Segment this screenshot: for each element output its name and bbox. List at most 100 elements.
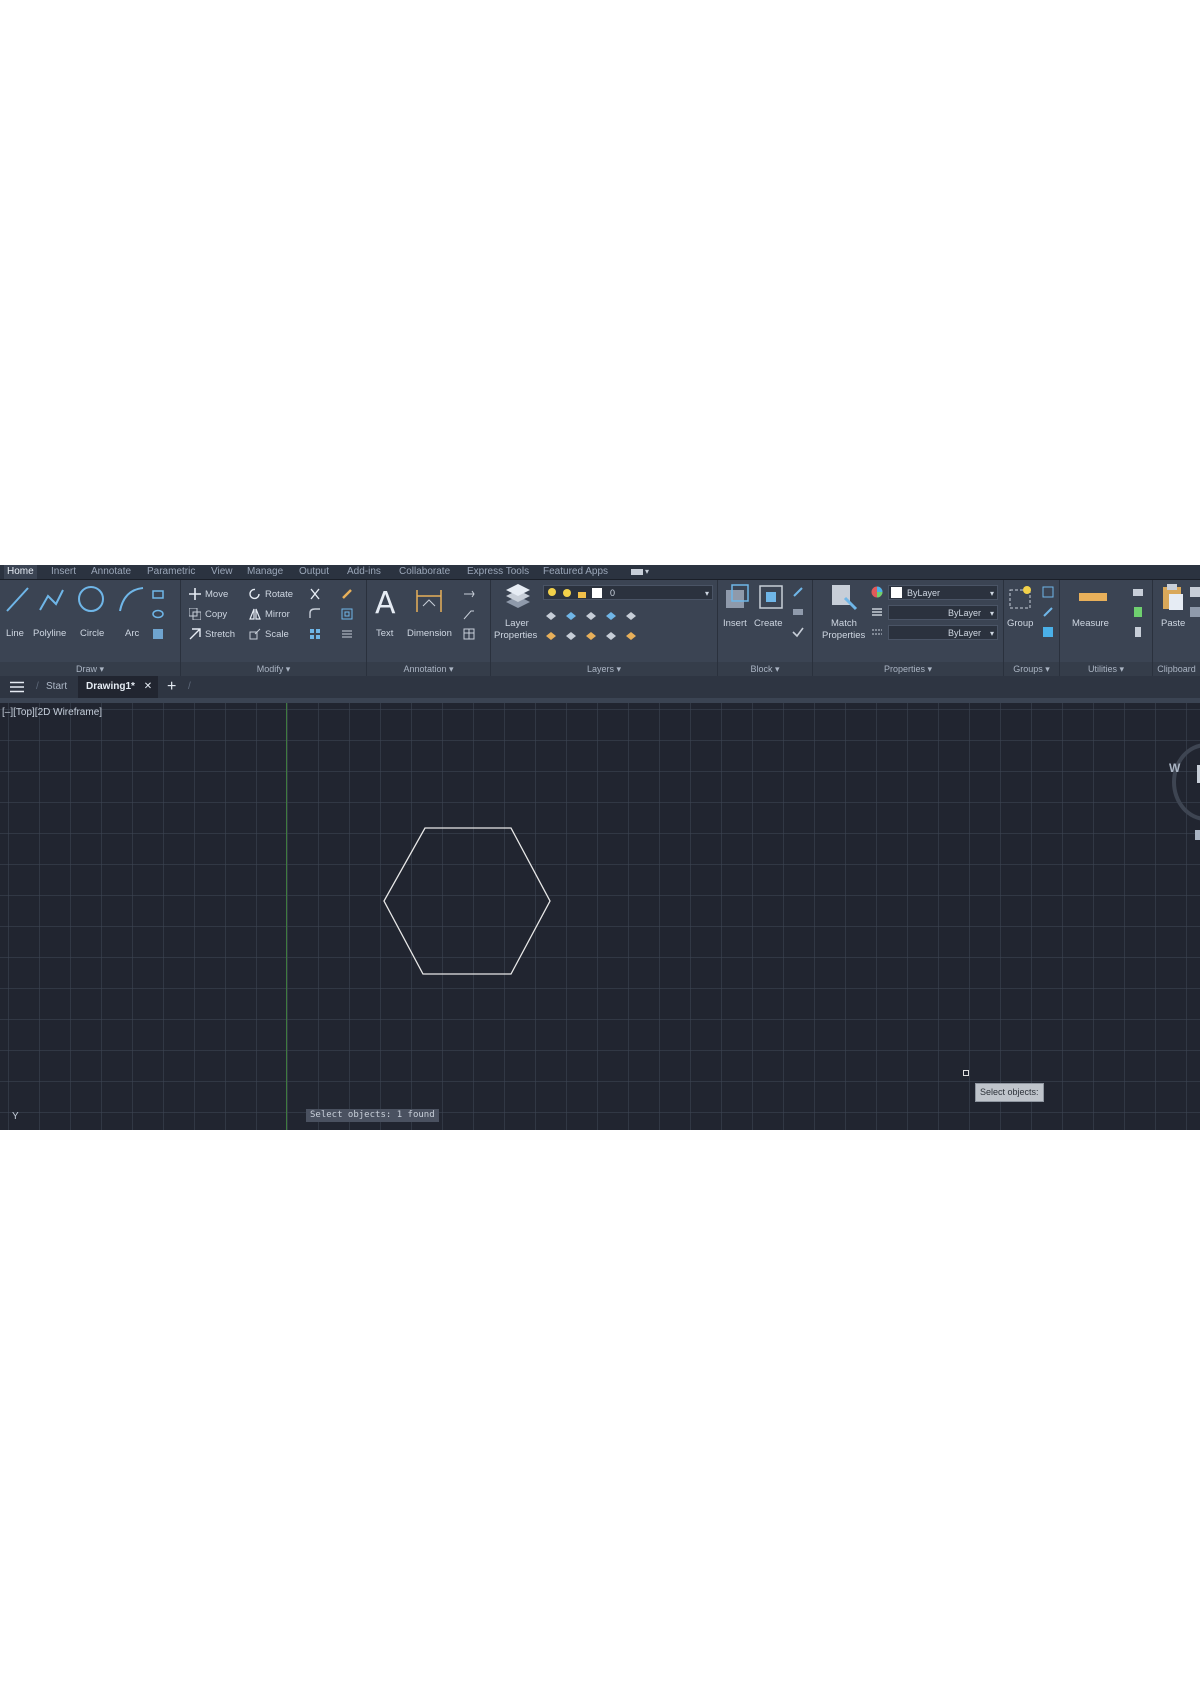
- polyline-label[interactable]: Polyline: [33, 628, 66, 639]
- tab-annotate[interactable]: Annotate: [88, 565, 134, 579]
- mirror-label[interactable]: Mirror: [265, 609, 290, 620]
- edit-block-icon[interactable]: [792, 586, 804, 598]
- trim-icon[interactable]: [309, 588, 321, 600]
- block-panel-title[interactable]: Block ▾: [718, 662, 812, 676]
- layer-tool-icon[interactable]: [565, 630, 577, 642]
- explode-icon[interactable]: [341, 628, 353, 640]
- annotation-panel-title[interactable]: Annotation ▾: [367, 662, 490, 676]
- match-properties-label-2[interactable]: Properties: [822, 630, 865, 641]
- layer-tool-icon[interactable]: [625, 610, 637, 622]
- viewcube-ring[interactable]: [1172, 743, 1200, 821]
- dimension-icon[interactable]: [413, 584, 445, 616]
- layer-tool-icon[interactable]: [585, 610, 597, 622]
- tab-home[interactable]: Home: [4, 565, 37, 579]
- file-tab-start[interactable]: Start: [46, 676, 67, 698]
- groups-panel-title[interactable]: Groups ▾: [1004, 662, 1059, 676]
- stretch-icon[interactable]: [189, 628, 201, 640]
- modify-panel-title[interactable]: Modify ▾: [181, 662, 366, 676]
- tab-manage[interactable]: Manage: [244, 565, 286, 579]
- text-label[interactable]: Text: [376, 628, 393, 639]
- group-icon[interactable]: [1007, 584, 1035, 612]
- linetype-dropdown[interactable]: ByLayer ▾: [888, 605, 998, 620]
- layer-tool-icon[interactable]: [605, 610, 617, 622]
- copy-icon[interactable]: [189, 608, 201, 620]
- id-point-icon[interactable]: [1132, 626, 1144, 638]
- lineweight-dropdown[interactable]: ByLayer ▾: [888, 625, 998, 640]
- linetype-icon[interactable]: [871, 626, 883, 638]
- hatch-icon[interactable]: [152, 628, 164, 640]
- attribute-icon[interactable]: [792, 606, 804, 618]
- draw-panel-title[interactable]: Draw ▾: [0, 662, 180, 676]
- mirror-icon[interactable]: [249, 608, 261, 620]
- tab-featured-apps[interactable]: Featured Apps: [540, 565, 611, 579]
- layer-properties-icon[interactable]: [503, 582, 533, 612]
- multileader-icon[interactable]: [463, 608, 475, 620]
- block-editor-icon[interactable]: [792, 626, 804, 638]
- move-icon[interactable]: [189, 588, 201, 600]
- group-edit-icon[interactable]: [1042, 606, 1054, 618]
- circle-label[interactable]: Circle: [80, 628, 104, 639]
- copy-clip-icon[interactable]: [1189, 606, 1200, 618]
- hexagon-polygon[interactable]: [380, 824, 554, 978]
- ungroup-icon[interactable]: [1042, 586, 1054, 598]
- tab-view[interactable]: View: [208, 565, 236, 579]
- measure-icon[interactable]: [1078, 590, 1108, 604]
- scale-label[interactable]: Scale: [265, 629, 289, 640]
- dimension-label[interactable]: Dimension: [407, 628, 452, 639]
- create-label[interactable]: Create: [754, 618, 783, 629]
- match-properties-icon[interactable]: [829, 582, 859, 612]
- offset-icon[interactable]: [341, 608, 353, 620]
- tab-collaborate[interactable]: Collaborate: [396, 565, 453, 579]
- match-properties-label-1[interactable]: Match: [831, 618, 857, 629]
- arc-label[interactable]: Arc: [125, 628, 139, 639]
- leader-icon[interactable]: [463, 588, 475, 600]
- layer-tool-icon[interactable]: [545, 630, 557, 642]
- layer-properties-label-2[interactable]: Properties: [494, 630, 537, 641]
- array-icon[interactable]: [309, 628, 321, 640]
- properties-panel-title[interactable]: Properties ▾: [813, 662, 1003, 676]
- viewcube-west-label[interactable]: W: [1169, 761, 1180, 775]
- quick-select-icon[interactable]: [1132, 586, 1144, 598]
- move-label[interactable]: Move: [205, 589, 228, 600]
- fillet-icon[interactable]: [309, 608, 321, 620]
- drawing-viewport[interactable]: [–][Top][2D Wireframe] Y Select objects:…: [0, 703, 1200, 1130]
- circle-icon[interactable]: [76, 584, 106, 614]
- tab-insert[interactable]: Insert: [48, 565, 79, 579]
- measure-label[interactable]: Measure: [1072, 618, 1109, 629]
- insert-label[interactable]: Insert: [723, 618, 747, 629]
- ribbon-toggle-icon[interactable]: [631, 569, 643, 575]
- layer-tool-icon[interactable]: [545, 610, 557, 622]
- table-icon[interactable]: [463, 628, 475, 640]
- layer-properties-label-1[interactable]: Layer: [505, 618, 529, 629]
- group-label[interactable]: Group: [1007, 618, 1033, 629]
- layer-tool-icon[interactable]: [625, 630, 637, 642]
- paste-icon[interactable]: [1159, 582, 1187, 612]
- text-icon[interactable]: A: [373, 584, 401, 618]
- color-dropdown[interactable]: ByLayer ▾: [888, 585, 998, 600]
- color-wheel-icon[interactable]: [871, 586, 883, 598]
- arc-icon[interactable]: [116, 584, 146, 614]
- utilities-panel-title[interactable]: Utilities ▾: [1060, 662, 1152, 676]
- layers-panel-title[interactable]: Layers ▾: [491, 662, 717, 676]
- layer-tool-icon[interactable]: [565, 610, 577, 622]
- chevron-down-icon[interactable]: ▾: [645, 565, 649, 579]
- insert-block-icon[interactable]: [722, 582, 752, 612]
- tab-output[interactable]: Output: [296, 565, 332, 579]
- clipboard-panel-title[interactable]: Clipboard: [1153, 662, 1200, 676]
- layer-tool-icon[interactable]: [585, 630, 597, 642]
- ellipse-icon[interactable]: [152, 608, 164, 620]
- calculator-icon[interactable]: [1132, 606, 1144, 618]
- menu-icon[interactable]: [10, 681, 24, 693]
- stretch-label[interactable]: Stretch: [205, 629, 235, 640]
- line-label[interactable]: Line: [6, 628, 24, 639]
- line-icon[interactable]: [4, 584, 30, 614]
- tab-add-ins[interactable]: Add-ins: [344, 565, 384, 579]
- lineweight-icon[interactable]: [871, 606, 883, 618]
- rotate-label[interactable]: Rotate: [265, 589, 293, 600]
- copy-label[interactable]: Copy: [205, 609, 227, 620]
- tab-express-tools[interactable]: Express Tools: [464, 565, 532, 579]
- erase-icon[interactable]: [341, 588, 353, 600]
- paste-label[interactable]: Paste: [1161, 618, 1185, 629]
- file-tab-drawing[interactable]: Drawing1* ✕: [78, 676, 159, 698]
- close-icon[interactable]: ✕: [144, 681, 152, 692]
